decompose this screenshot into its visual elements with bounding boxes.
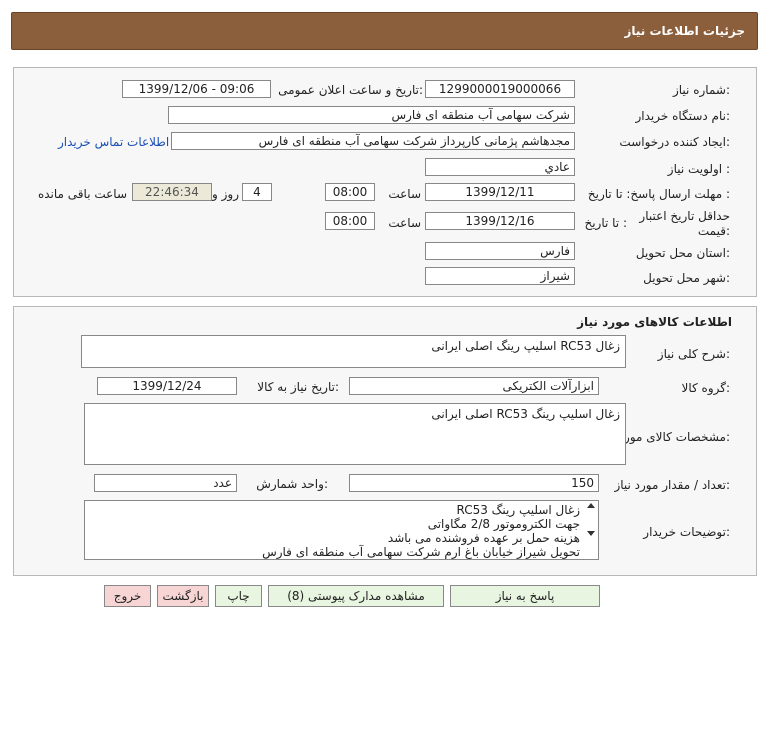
priority-label: اولویت نیاز : [667, 162, 730, 176]
need-number-label: شماره نیاز: [672, 83, 730, 97]
reply-button[interactable]: پاسخ به نیاز [450, 585, 600, 607]
buyer-notes-scrollbar[interactable] [585, 501, 598, 559]
exit-button[interactable]: خروج [104, 585, 151, 607]
attachments-button[interactable]: مشاهده مدارک پیوستی (8) [268, 585, 444, 607]
city-label: شهر محل تحویل: [643, 271, 730, 285]
general-desc-field: زغال RC53 اسلیپ رینگ اصلی ایرانی [81, 335, 626, 368]
need-number-field: 1299000019000066 [425, 80, 575, 98]
qty-label: تعداد / مقدار مورد نیاز: [614, 478, 730, 492]
creator-label: ایجاد کننده درخواست: [619, 135, 730, 149]
buyer-note-line: جهت الکتروموتور 2/8 مگاواتی [427, 517, 580, 531]
need-info-panel [13, 67, 757, 297]
remaining-time-label: ساعت باقی مانده [37, 187, 127, 201]
province-field: فارس [425, 242, 575, 260]
need-date-label: تاریخ نیاز به کالا: [257, 380, 339, 394]
buyer-field: شرکت سهامی آب منطقه ای فارس [168, 106, 575, 124]
province-label: استان محل تحویل: [635, 246, 730, 260]
announce-date-field: 1399/12/06 - 09:06 [122, 80, 271, 98]
buyer-note-line: هزینه حمل بر عهده فروشنده می باشد [387, 531, 580, 545]
price-date-field: 1399/12/16 [425, 212, 575, 230]
price-validity-label: حداقل تاریخ اعتبار قیمت: [639, 209, 730, 238]
goods-section-title: اطلاعات کالاهای مورد نیاز [577, 315, 732, 329]
print-button[interactable]: چاپ [215, 585, 262, 607]
page-header: جزئیات اطلاعات نیاز [11, 12, 758, 50]
need-date-field: 1399/12/24 [97, 377, 237, 395]
back-button[interactable]: بازگشت [157, 585, 209, 607]
buyer-note-line: زغال اسلیپ رینگ RC53 [456, 503, 580, 517]
send-deadline-label: مهلت ارسال پاسخ: تا تاریخ : [587, 187, 730, 201]
buyer-note-line: تحویل شیراز خیابان باغ ارم شرکت سهامی آب… [262, 545, 580, 559]
unit-field: عدد [94, 474, 237, 492]
page-title: جزئیات اطلاعات نیاز [624, 24, 745, 38]
announce-date-label: تاریخ و ساعت اعلان عمومی: [278, 83, 423, 97]
qty-field: 150 [349, 474, 599, 492]
goods-group-label: گروه کالا: [681, 381, 731, 395]
send-date-field: 1399/12/11 [425, 183, 575, 201]
buyer-notes-label: توضیحات خریدار: [643, 525, 730, 539]
city-field: شیراز [425, 267, 575, 285]
send-time-label: ساعت [388, 187, 421, 201]
buyer-notes-field: زغال اسلیپ رینگ RC53 جهت الکتروموتور 2/8… [84, 500, 599, 560]
price-time-field: 08:00 [325, 212, 375, 230]
price-time-label: ساعت [388, 216, 421, 230]
spec-field: زغال اسلیپ رینگ RC53 اصلی ایرانی [84, 403, 626, 465]
scroll-down-icon[interactable] [587, 531, 595, 536]
days-field: 4 [242, 183, 272, 201]
price-until-label: تا تاریخ : [584, 216, 627, 230]
priority-field: عادي [425, 158, 575, 176]
remaining-time-field: 22:46:34 [132, 183, 212, 201]
days-label: روز و [212, 187, 239, 201]
creator-field: مجدهاشم پژمانی کارپرداز شرکت سهامی آب من… [171, 132, 575, 150]
send-time-field: 08:00 [325, 183, 375, 201]
goods-group-field: ابزارآلات الکتریکی [349, 377, 599, 395]
buyer-contact-link[interactable]: اطلاعات تماس خریدار [58, 135, 169, 149]
general-desc-label: شرح کلی نیاز: [657, 347, 730, 361]
buyer-label: نام دستگاه خریدار: [635, 109, 731, 123]
unit-label: واحد شمارش: [256, 477, 328, 491]
scroll-up-icon[interactable] [587, 503, 595, 508]
